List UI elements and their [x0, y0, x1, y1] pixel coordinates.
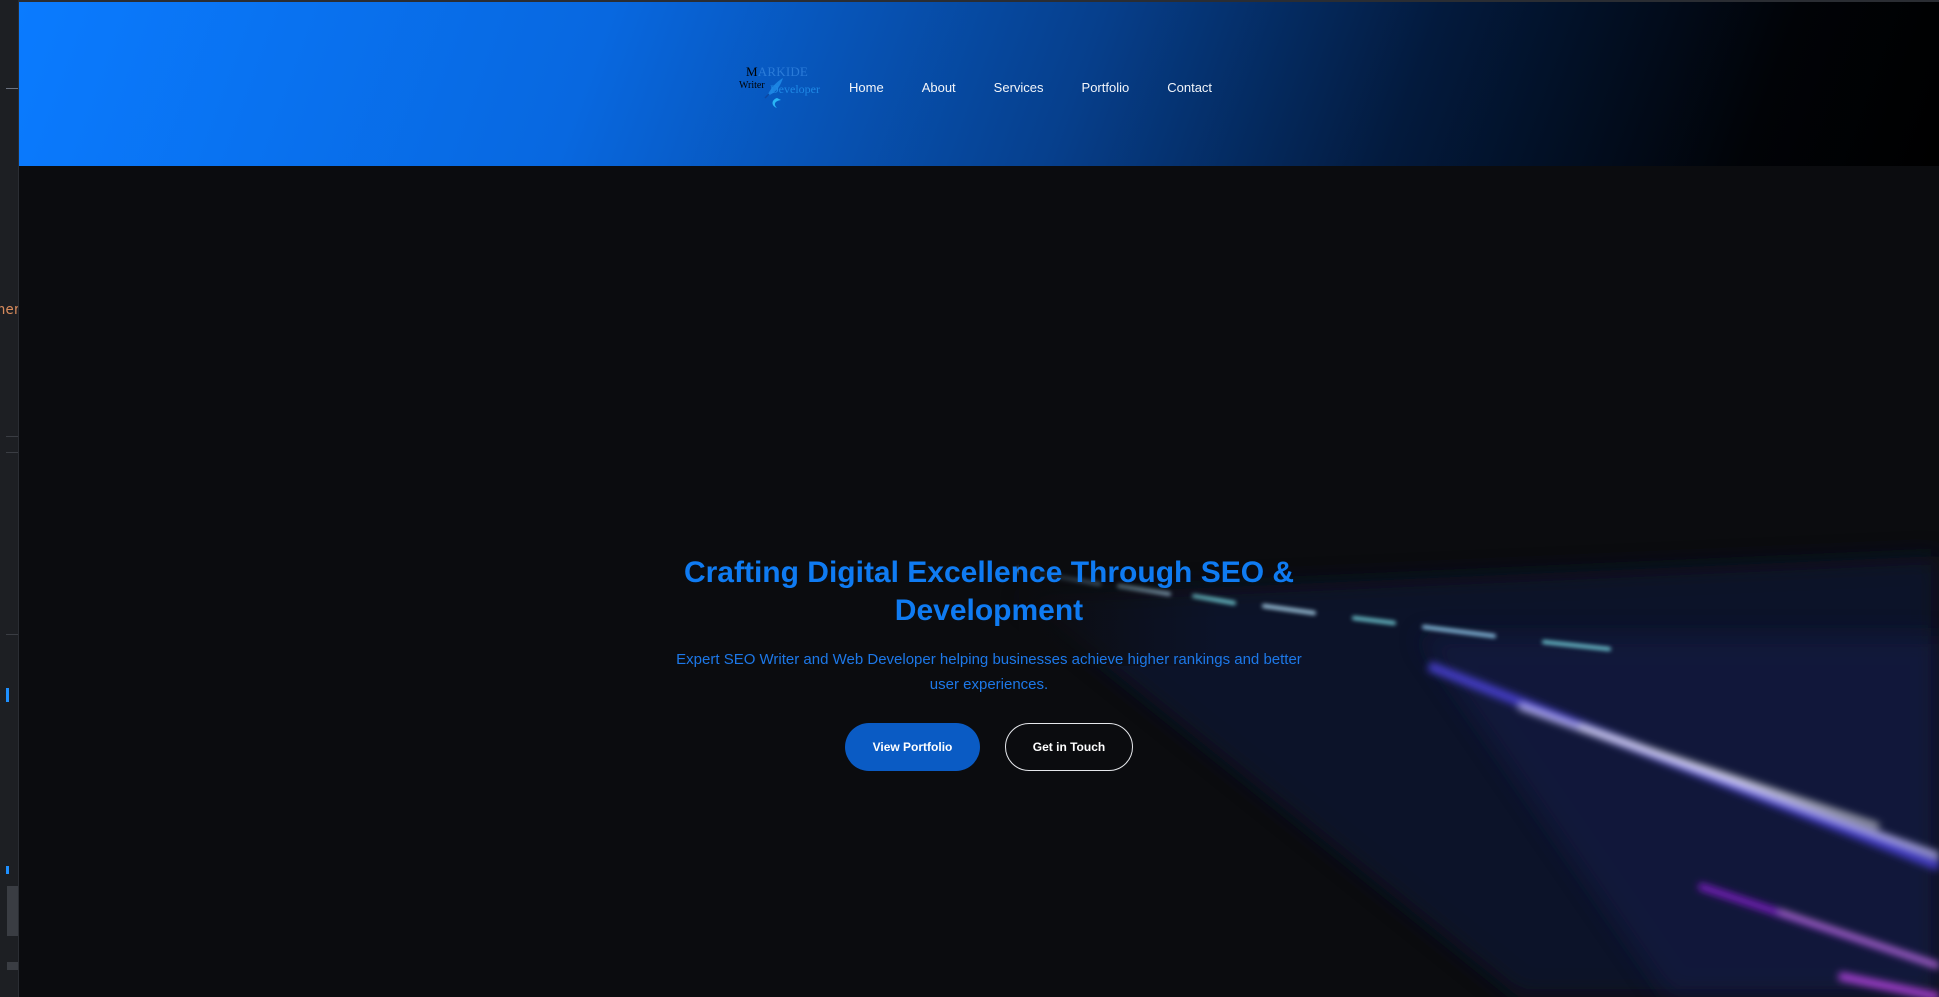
site-logo[interactable]: MARKIDE Writer Developer	[739, 60, 821, 114]
editor-side-strip: hen	[0, 0, 19, 997]
site-header: MARKIDE Writer Developer Home About Serv…	[19, 0, 1939, 166]
nav-home[interactable]: Home	[849, 80, 884, 95]
hero-buttons: View Portfolio Get in Touch	[639, 723, 1339, 771]
hero-title: Crafting Digital Excellence Through SEO …	[683, 556, 1295, 627]
editor-scroll-handle[interactable]	[7, 962, 18, 970]
website-page: MARKIDE Writer Developer Home About Serv…	[19, 0, 1939, 997]
nav-portfolio[interactable]: Portfolio	[1082, 80, 1130, 95]
editor-text-fragment: hen	[0, 302, 18, 318]
nav-contact[interactable]: Contact	[1167, 80, 1212, 95]
get-in-touch-button[interactable]: Get in Touch	[1005, 723, 1133, 771]
logo-writer-text: Writer	[739, 80, 765, 91]
editor-accent-mark	[6, 688, 9, 702]
editor-accent-mark	[6, 866, 9, 874]
editor-line-marker	[6, 88, 18, 89]
nav-about[interactable]: About	[922, 80, 956, 95]
editor-divider	[6, 452, 18, 453]
hero-content: Crafting Digital Excellence Through SEO …	[639, 554, 1339, 771]
hero-section: Crafting Digital Excellence Through SEO …	[19, 166, 1939, 997]
nav-services[interactable]: Services	[994, 80, 1044, 95]
header-bar: MARKIDE Writer Developer Home About Serv…	[739, 60, 1250, 114]
editor-divider	[6, 436, 18, 437]
hero-subtitle: Expert SEO Writer and Web Developer help…	[676, 651, 1302, 693]
main-nav: Home About Services Portfolio Contact	[849, 80, 1250, 95]
editor-scrollbar[interactable]	[7, 886, 18, 936]
view-portfolio-button[interactable]: View Portfolio	[845, 723, 980, 771]
quill-icon	[764, 78, 783, 108]
editor-divider	[6, 634, 18, 635]
